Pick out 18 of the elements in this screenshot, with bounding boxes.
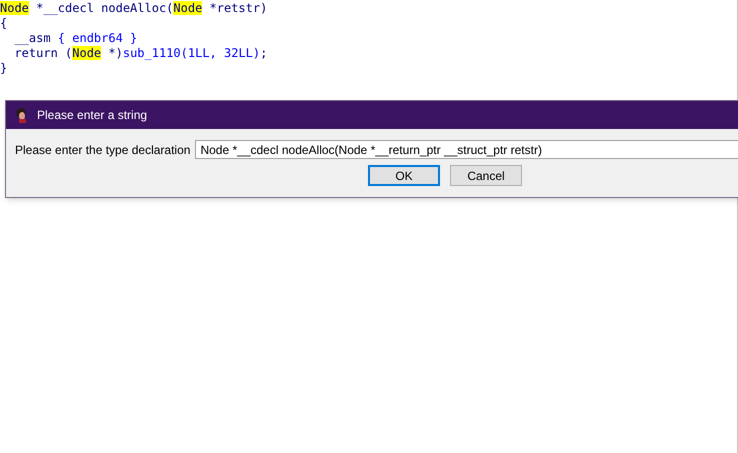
code-token: *) (107, 46, 123, 60)
code-token: *retstr) (208, 1, 268, 15)
dialog-button[interactable]: OK (368, 165, 440, 186)
field-label: Please enter the type declaration (15, 142, 190, 158)
code-token: return ( (13, 46, 72, 60)
code-token: } (0, 61, 8, 75)
code-token: __asm (13, 31, 52, 45)
code-token: { endbr64 } (58, 31, 138, 45)
highlighted-code-token: Node (0, 1, 29, 15)
highlighted-code-token: Node (173, 1, 202, 15)
highlighted-code-token: Node (72, 46, 102, 60)
code-token: { (0, 16, 8, 30)
type-declaration-field[interactable]: Node *__cdecl nodeAlloc(Node *__return_ptr __struct_ptr retstr) (195, 140, 738, 159)
dialog-button[interactable]: Cancel (450, 165, 522, 186)
dialog-title: Please enter a string (37, 107, 148, 124)
code-token: sub_1110(1LL, 32LL) (122, 46, 260, 60)
code-token: *__cdecl nodeAlloc( (35, 1, 174, 15)
code-token: ; (260, 46, 268, 60)
